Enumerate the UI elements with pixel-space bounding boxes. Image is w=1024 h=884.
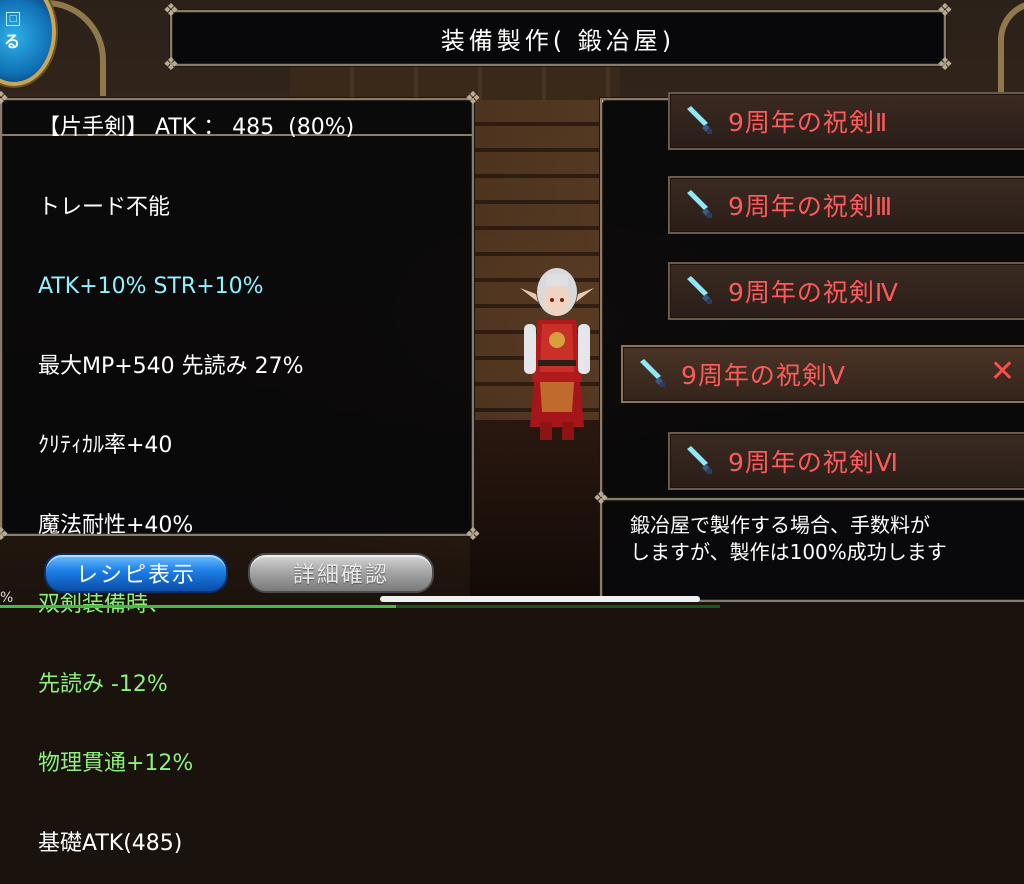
recipe-item-6[interactable]: 9周年の祝剣Ⅵ: [668, 432, 1024, 490]
home-indicator[interactable]: [380, 596, 700, 602]
stat-line-magic-resist: 魔法耐性+40%: [38, 512, 194, 538]
sword-icon: [640, 359, 665, 387]
stat-line-weapon-type: 【片手剣】 ATK ： 485 (80%): [38, 115, 355, 140]
corner-ornament-icon: ❖: [936, 54, 954, 75]
title-bar: ❖ ❖ ❖ ❖ 装備製作( 鍛冶屋): [163, 0, 953, 75]
recipe-item-2[interactable]: 9周年の祝剣Ⅱ: [668, 92, 1024, 150]
sword-icon: [687, 446, 712, 474]
recipe-item-5-selected[interactable]: 9周年の祝剣Ⅴ ✕: [621, 345, 1024, 403]
page-title: 装備製作( 鍛冶屋): [440, 26, 676, 55]
info-line-2: しますが、製作は100%成功します: [630, 540, 947, 564]
info-line-1: 鍛冶屋で製作する場合、手数料が: [630, 513, 930, 537]
stat-line-anticipate: 先読み -12%: [38, 671, 168, 697]
recipe-item-label: 9周年の祝剣Ⅳ: [728, 278, 899, 307]
close-icon[interactable]: ✕: [990, 357, 1015, 387]
stat-line-mp: 最大MP+540 先読み 27%: [38, 353, 304, 379]
stat-line-base-atk: 基礎ATK(485): [38, 830, 183, 856]
recipe-item-label: 9周年の祝剣Ⅴ: [681, 361, 847, 390]
background-floor: [470, 420, 605, 600]
sword-icon: [687, 106, 712, 134]
info-text: 鍛冶屋で製作する場合、手数料が しますが、製作は100%成功します: [630, 512, 947, 566]
stat-line-critical: ｸﾘﾃｨｶﾙ率+40: [38, 433, 173, 458]
recipe-item-3[interactable]: 9周年の祝剣Ⅲ: [668, 176, 1024, 234]
corner-ornament-icon: ❖: [0, 88, 10, 109]
menu-glyph-icon: □: [6, 12, 20, 26]
corner-ornament-icon: ❖: [464, 88, 482, 109]
sword-icon: [687, 276, 712, 304]
percent-label: %: [0, 590, 14, 606]
stat-line-pierce: 物理貫通+12%: [38, 751, 194, 776]
blacksmith-character[interactable]: [510, 262, 605, 442]
stat-line-atk-str: ATK+10% STR+10%: [38, 274, 264, 299]
recipe-item-label: 9周年の祝剣Ⅱ: [728, 108, 889, 137]
recipe-item-label: 9周年の祝剣Ⅲ: [728, 192, 894, 221]
badge-label: る: [4, 32, 21, 51]
loading-progress-bar: [0, 605, 720, 608]
detail-check-button[interactable]: 詳細確認: [248, 553, 434, 593]
corner-ornament-icon: ❖: [162, 0, 180, 21]
corner-ornament-icon: ❖: [936, 0, 954, 21]
stat-line-trade: トレード不能: [38, 194, 171, 220]
recipe-display-button[interactable]: レシピ表示: [44, 553, 228, 593]
corner-ornament-icon: ❖: [592, 488, 610, 509]
recipe-item-label: 9周年の祝剣Ⅵ: [728, 448, 899, 477]
sword-icon: [687, 190, 712, 218]
item-stat-list: 【片手剣】 ATK ： 485 (80%) トレード不能 ATK+10% STR…: [38, 62, 354, 884]
progress-fill: [0, 605, 396, 608]
info-panel: ❖ 鍛冶屋で製作する場合、手数料が しますが、製作は100%成功します: [593, 488, 1024, 602]
corner-ornament-icon: ❖: [602, 100, 612, 110]
recipe-item-4[interactable]: 9周年の祝剣Ⅳ: [668, 262, 1024, 320]
